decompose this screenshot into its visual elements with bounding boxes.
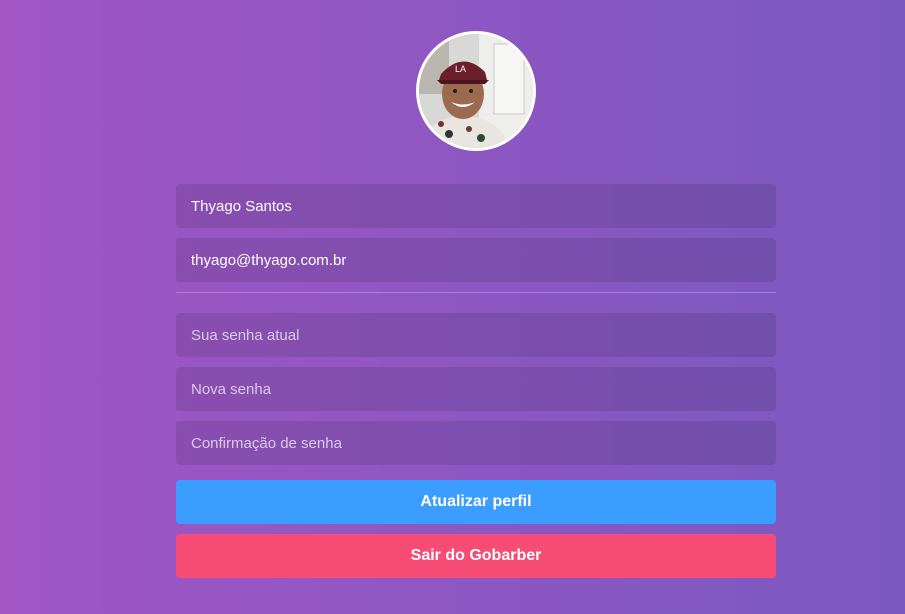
logout-button[interactable]: Sair do Gobarber	[176, 534, 776, 578]
profile-form: Atualizar perfil Sair do Gobarber	[176, 184, 776, 578]
svg-text:LA: LA	[455, 64, 466, 74]
new-password-input[interactable]	[176, 367, 776, 411]
name-input[interactable]	[176, 184, 776, 228]
old-password-input[interactable]	[176, 313, 776, 357]
update-profile-button[interactable]: Atualizar perfil	[176, 480, 776, 524]
avatar-image: LA	[419, 34, 533, 148]
profile-avatar[interactable]: LA	[416, 31, 536, 151]
confirm-password-input[interactable]	[176, 421, 776, 465]
form-divider	[176, 292, 776, 293]
email-input[interactable]	[176, 238, 776, 282]
